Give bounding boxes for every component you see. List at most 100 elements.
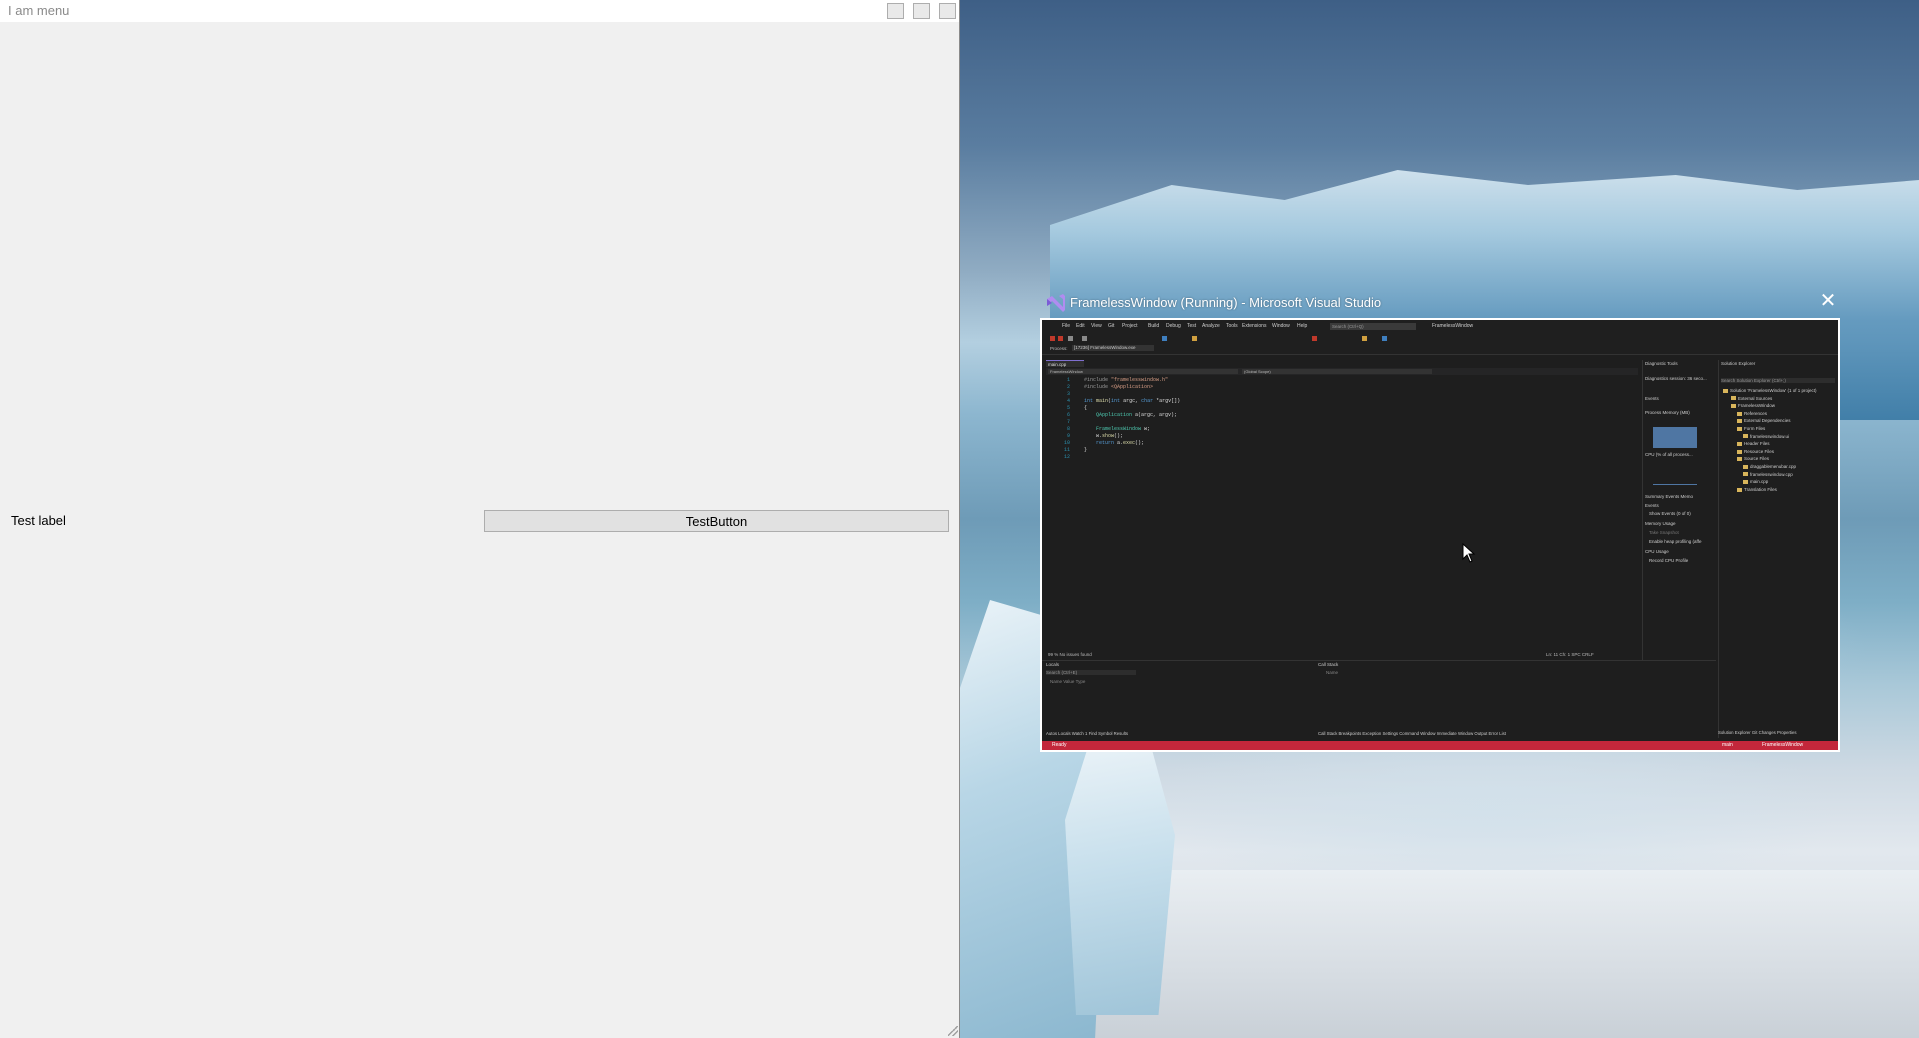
vs-bottom-tabs-right: Solution Explorer Git Changes Properties — [1718, 730, 1797, 735]
solution-tree-item: main.cpp — [1743, 479, 1768, 484]
vs-cpu-usage: CPU Usage — [1645, 549, 1669, 554]
solution-tree-label: Resource Files — [1744, 448, 1775, 454]
code-token: <QApplication> — [1111, 384, 1154, 390]
code-token: main — [1096, 398, 1109, 404]
vs-diag-tabs: Summary Events Memo — [1645, 494, 1694, 499]
solution-tree-label: External Sources — [1738, 395, 1773, 401]
solution-tree-item: FramelessWindow — [1731, 403, 1775, 408]
vs-menu-item: Test — [1187, 323, 1197, 329]
folder-icon — [1737, 426, 1742, 431]
code-token: char — [1141, 398, 1157, 404]
code-line: 7 — [1046, 419, 1638, 426]
line-number: 8 — [1066, 426, 1070, 432]
visual-studio-thumbnail[interactable]: File Edit View Git Project Build Debug T… — [1040, 318, 1840, 752]
solution-tree-item: Resource Files — [1737, 449, 1774, 454]
vs-diag-memory: Process Memory (MB) — [1645, 410, 1690, 415]
code-token: a(argc, argv); — [1135, 412, 1178, 418]
code-line: 10 return a.exec(); — [1046, 440, 1638, 447]
vs-nav-dropdown: FramelessWindow — [1048, 369, 1238, 374]
vs-locals-title: Locals — [1046, 662, 1060, 667]
vs-status-ready: Ready — [1052, 742, 1067, 748]
vs-locals-search: Search (Ctrl+E) — [1046, 670, 1136, 675]
solution-tree-label: Form Files — [1744, 426, 1766, 431]
vs-menu-item: Tools — [1226, 323, 1238, 329]
vs-diag-cpu: CPU (% of all process... — [1645, 452, 1693, 457]
folder-icon — [1731, 396, 1736, 401]
folder-icon — [1743, 480, 1748, 484]
vs-bottom-tabs-mid: Call Stack Breakpoints Exception Setting… — [1318, 731, 1506, 736]
code-token: #include — [1084, 377, 1112, 383]
folder-icon — [1723, 388, 1728, 393]
solution-tree-label: External Dependencies — [1744, 418, 1791, 424]
line-number: 6 — [1066, 412, 1070, 418]
vs-bottom-panels: Locals Search (Ctrl+E) Name Value Type C… — [1042, 660, 1716, 739]
folder-icon — [1737, 487, 1742, 492]
solution-tree-item: External Dependencies — [1737, 418, 1791, 423]
vs-code-lines: 1 #include "framelesswindow.h" 2 #include <… — [1046, 377, 1638, 461]
vs-callstack-title: Call Stack — [1318, 662, 1339, 667]
vs-search-box: Search (Ctrl+Q) — [1330, 323, 1416, 330]
vs-memory-usage: Memory Usage — [1645, 521, 1676, 526]
line-number: 3 — [1066, 391, 1070, 397]
folder-icon — [1743, 434, 1748, 439]
vs-diag-events-heading: Events — [1645, 503, 1659, 508]
solution-tree-item: Translation Files — [1737, 487, 1777, 492]
solution-tree-label: FramelessWindow — [1738, 403, 1776, 409]
code-token: QApplication — [1084, 412, 1136, 418]
vs-menu-item: Analyze — [1202, 323, 1220, 329]
solution-tree-item: Solution 'FramelessWindow' (1 of 1 proje… — [1723, 388, 1817, 393]
vs-cpu-chart — [1653, 460, 1697, 485]
code-line: 5{ — [1046, 405, 1638, 412]
vs-panel-title: Solution Explorer — [1721, 361, 1756, 366]
code-token: exec — [1123, 440, 1136, 446]
minimize-button[interactable] — [887, 3, 904, 19]
solution-tree-item: External Sources — [1731, 396, 1772, 401]
vs-process-label: Process: — [1050, 346, 1068, 351]
task-preview-header[interactable]: FramelessWindow (Running) - Microsoft Vi… — [1040, 291, 1840, 316]
line-number: 10 — [1063, 440, 1070, 446]
solution-tree-label: draggablemenubar.cpp — [1750, 464, 1797, 469]
folder-icon — [1737, 442, 1742, 446]
solution-tree-item: framelesswindow.ui — [1743, 434, 1789, 439]
code-token: (); — [1114, 433, 1124, 439]
vs-heap-profiling: Enable heap profiling (affe — [1649, 539, 1702, 544]
code-token: #include — [1084, 384, 1112, 390]
code-token: "framelesswindow.h" — [1111, 377, 1169, 383]
vs-editor-status: 99 % No issues found Ln: 11 Ch: 1 SPC CR… — [1046, 651, 1638, 658]
maximize-button[interactable] — [913, 3, 930, 19]
vs-status-bar: Ready main FramelessWindow — [1042, 741, 1838, 750]
vs-solution-search: Search Solution Explorer (Ctrl+;) — [1721, 378, 1835, 383]
vs-menu-item: Edit — [1076, 323, 1085, 329]
code-token: show — [1102, 433, 1115, 439]
folder-icon — [1737, 419, 1742, 424]
line-number: 9 — [1066, 433, 1070, 439]
solution-tree-label: framelesswindow.ui — [1750, 433, 1790, 439]
solution-tree-label: References — [1744, 410, 1768, 416]
vs-callstack-columns: Name — [1326, 670, 1339, 675]
code-line: 2 #include <QApplication> — [1046, 384, 1638, 391]
vs-toolbar — [1042, 332, 1838, 355]
line-number: 1 — [1066, 377, 1070, 383]
vs-take-snapshot: Take Snapshot — [1649, 530, 1679, 535]
code-line: 4 int main(int argc, char *argv[]) — [1046, 398, 1638, 405]
code-line: 11} — [1046, 447, 1638, 454]
code-token: argc, — [1123, 398, 1142, 404]
folder-icon — [1737, 411, 1742, 416]
close-icon[interactable]: ✕ — [1818, 291, 1838, 312]
vs-menu-item: Extensions — [1242, 323, 1267, 329]
close-button[interactable] — [939, 3, 956, 19]
frameless-window: I am menu Test label TestButton — [0, 0, 960, 1038]
resize-grip[interactable] — [948, 1026, 958, 1036]
code-line: 6 QApplication a(argc, argv); — [1046, 412, 1638, 419]
test-label: Test label — [11, 513, 66, 528]
vs-status-project: FramelessWindow — [1762, 742, 1804, 748]
code-token: *argv[]) — [1156, 398, 1181, 404]
draggable-menu-bar[interactable]: I am menu — [0, 0, 959, 22]
line-number: 5 — [1066, 405, 1070, 411]
code-token: int — [1111, 398, 1124, 404]
test-button[interactable]: TestButton — [484, 510, 949, 532]
code-line: 3 — [1046, 391, 1638, 398]
vs-diag-events: Events — [1645, 396, 1659, 401]
code-token: w. — [1084, 433, 1103, 439]
vs-zoom-issues: 99 % No issues found — [1048, 652, 1092, 657]
